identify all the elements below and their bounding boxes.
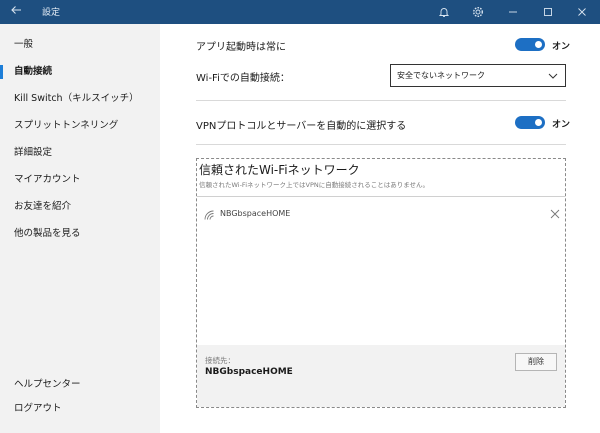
connection-footer: 接続先： NBGbspaceHOME 削除 [197, 345, 565, 407]
title-bar: 設定 [0, 0, 600, 24]
trusted-networks-subtitle: 信頼されたWi-Fiネットワーク上ではVPNに自動接続されることはありません。 [199, 181, 430, 189]
delete-button[interactable]: 削除 [515, 353, 557, 371]
sidebar-item-label: 一般 [14, 39, 34, 50]
wifi-auto-label: Wi-Fiでの自動接続： [196, 73, 290, 84]
trusted-networks-title: 信頼されたWi-Fiネットワーク [199, 163, 360, 177]
settings-panel: アプリ起動時は常に オン Wi-Fiでの自動接続： 安全でないネットワーク VP… [160, 24, 600, 433]
sidebar-item-label: 詳細設定 [14, 147, 53, 158]
sidebar-item-advanced[interactable]: 詳細設定 [0, 142, 160, 164]
vpn-protocol-label: VPNプロトコルとサーバーを自動的に選択する [196, 121, 407, 132]
window-title: 設定 [42, 8, 61, 18]
active-indicator [0, 65, 3, 79]
sidebar-item-general[interactable]: 一般 [0, 34, 160, 56]
app-launch-toggle[interactable] [515, 38, 545, 51]
close-icon[interactable] [574, 4, 590, 20]
back-arrow-icon[interactable] [8, 4, 24, 20]
minimize-icon[interactable] [505, 4, 521, 20]
bell-icon[interactable] [436, 4, 452, 20]
divider [197, 196, 565, 197]
wifi-icon [204, 210, 214, 220]
sidebar-item-label: 自動接続 [14, 66, 53, 77]
sidebar-item-my-account[interactable]: マイアカウント [0, 169, 160, 191]
sidebar-item-kill-switch[interactable]: Kill Switch（キルスイッチ） [0, 88, 160, 110]
app-launch-label: アプリ起動時は常に [196, 42, 286, 53]
sidebar-item-label: ログアウト [14, 403, 62, 414]
sidebar-item-other-products[interactable]: 他の製品を見る [0, 223, 160, 245]
sidebar-item-label: スプリットトンネリング [14, 120, 119, 131]
sidebar-item-split-tunneling[interactable]: スプリットトンネリング [0, 115, 160, 137]
sidebar-item-label: 他の製品を見る [14, 228, 81, 239]
divider [196, 144, 566, 145]
network-name: NBGbspaceHOME [220, 209, 291, 218]
sidebar-item-auto-connect[interactable]: 自動接続 [0, 61, 160, 83]
gear-icon[interactable] [470, 4, 486, 20]
close-icon[interactable] [549, 208, 561, 220]
trusted-networks-panel: 信頼されたWi-Fiネットワーク 信頼されたWi-Fiネットワーク上ではVPNに… [196, 158, 566, 408]
list-item[interactable]: NBGbspaceHOME [203, 207, 561, 223]
sidebar-item-label: ヘルプセンター [14, 379, 81, 390]
vpn-protocol-toggle[interactable] [515, 116, 545, 129]
connected-to-label: 接続先： [205, 356, 235, 365]
sidebar-item-refer-friend[interactable]: お友達を紹介 [0, 196, 160, 218]
sidebar-item-logout[interactable]: ログアウト [0, 398, 160, 420]
app-launch-toggle-label: オン [552, 42, 571, 52]
divider [196, 100, 566, 101]
wifi-auto-select[interactable]: 安全でないネットワーク [390, 64, 566, 87]
connected-network: NBGbspaceHOME [205, 367, 293, 377]
sidebar-item-help-center[interactable]: ヘルプセンター [0, 374, 160, 396]
sidebar-item-label: マイアカウント [14, 174, 81, 185]
sidebar: 一般 自動接続 Kill Switch（キルスイッチ） スプリットトンネリング … [0, 24, 160, 433]
sidebar-item-label: Kill Switch（キルスイッチ） [14, 93, 139, 104]
wifi-auto-selected-value: 安全でないネットワーク [397, 71, 485, 80]
vpn-protocol-toggle-label: オン [552, 120, 571, 130]
sidebar-item-label: お友達を紹介 [14, 201, 72, 212]
maximize-icon[interactable] [540, 4, 556, 20]
chevron-down-icon [548, 73, 558, 79]
